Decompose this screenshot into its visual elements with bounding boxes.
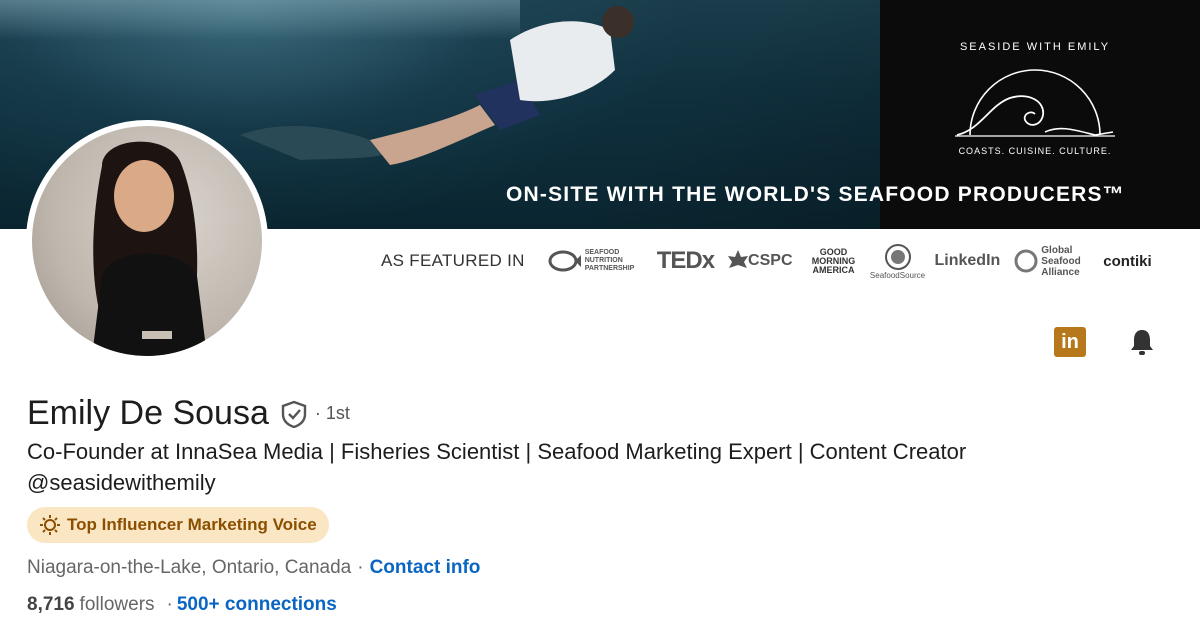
- bell-icon[interactable]: [1126, 326, 1158, 358]
- press-logo-contiki: contiki: [1103, 252, 1152, 270]
- press-logo-tedx: TEDx: [656, 247, 715, 274]
- lightbulb-icon: [40, 515, 60, 535]
- profile-headline: Co-Founder at InnaSea Media | Fisheries …: [27, 439, 967, 495]
- person-photo: [92, 141, 207, 356]
- separator: ·: [357, 557, 364, 578]
- profile-location: Niagara-on-the-Lake, Ontario, Canada: [27, 557, 352, 578]
- diver-illustration: [240, 6, 634, 165]
- profile-actions: in: [1054, 326, 1158, 358]
- globe-icon: [884, 243, 911, 270]
- featured-in-strip: AS FEATURED IN SEAFOOD NUTRITION PARTNER…: [381, 243, 1166, 280]
- avatar[interactable]: [26, 120, 268, 362]
- followers-count: 8,716: [27, 594, 75, 615]
- influencer-badge[interactable]: Top Influencer Marketing Voice: [27, 507, 329, 543]
- badge-label: Top Influencer Marketing Voice: [67, 515, 317, 534]
- press-logo-seafood-nutrition: SEAFOOD NUTRITION PARTNERSHIP: [547, 247, 643, 275]
- press-logo-linkedin: LinkedIn: [934, 252, 1001, 269]
- verified-shield-icon[interactable]: [279, 399, 309, 429]
- followers-label: followers: [79, 594, 155, 615]
- featured-in-label: AS FEATURED IN: [381, 251, 525, 270]
- location-row: Niagara-on-the-Lake, Ontario, Canada · C…: [27, 557, 480, 579]
- brand-tagline: COASTS. CUISINE. CULTURE.: [958, 146, 1112, 156]
- press-logo-gma: GOOD MORNING AMERICA: [811, 246, 856, 275]
- alliance-icon: [1014, 249, 1038, 273]
- contact-info-link[interactable]: Contact info: [370, 557, 481, 579]
- connections-link[interactable]: 500+ connections: [177, 594, 337, 616]
- stats-row: 8,716 followers · 500+ connections: [27, 594, 337, 616]
- press-logo-seafoodsource: SeafoodSource: [870, 243, 925, 280]
- connection-degree: · 1st: [314, 403, 350, 423]
- maple-leaf-icon: [728, 250, 749, 268]
- fish-icon: [548, 250, 581, 272]
- seaside-logo-icon: SEASIDE WITH EMILY: [955, 41, 1115, 137]
- press-logo-global-seafood-alliance: Global Seafood Alliance: [1014, 245, 1089, 278]
- profile-name: Emily De Sousa: [27, 394, 269, 432]
- linkedin-icon[interactable]: in: [1054, 327, 1086, 357]
- press-logo-cspc: CSPC: [728, 250, 793, 272]
- separator: ·: [166, 594, 173, 615]
- banner-tagline: ON-SITE WITH THE WORLD'S SEAFOOD PRODUCE…: [506, 183, 1125, 206]
- profile-photo: [32, 126, 262, 356]
- profile-name-row: Emily De Sousa · 1st: [27, 394, 350, 433]
- brand-name: SEASIDE WITH EMILY: [960, 41, 1110, 53]
